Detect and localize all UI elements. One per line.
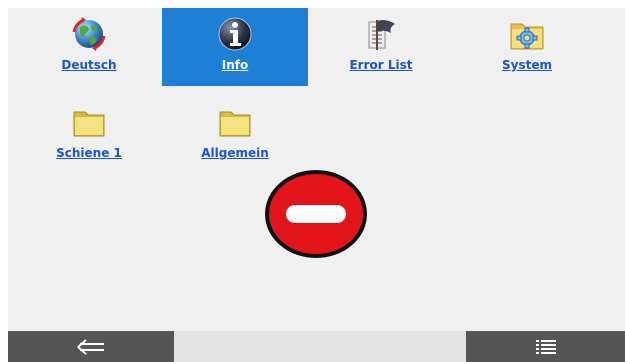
tile-label: Info [221,58,249,72]
bottom-bar [8,331,625,362]
tile-label: Deutsch [61,58,117,72]
tile-system[interactable]: System [454,8,600,86]
menu-button[interactable] [466,331,625,362]
system-settings-folder-icon [510,23,544,50]
globe-icon [72,17,106,51]
info-icon [218,17,252,51]
tile-label: Allgemein [201,146,269,160]
folder-icon [219,111,251,137]
tile-error-list[interactable]: Error List [308,8,454,86]
folder-icon [73,111,105,137]
error-list-icon [368,20,395,50]
back-arrow-icon [77,338,104,355]
tile-info[interactable]: Info [162,8,308,86]
tile-label: System [502,58,552,72]
tile-allgemein[interactable]: Allgemein [162,96,308,174]
tile-schiene-1[interactable]: Schiene 1 [16,96,162,174]
screen: Deutsch Info Error List System Schiene 1… [8,8,625,362]
menu-list-icon [535,339,556,354]
bottom-bar-spacer [174,331,466,362]
tile-label: Schiene 1 [56,146,122,160]
tile-deutsch[interactable]: Deutsch [16,8,162,86]
no-entry-icon [265,170,367,258]
tile-label: Error List [349,58,413,72]
back-button[interactable] [8,331,174,362]
